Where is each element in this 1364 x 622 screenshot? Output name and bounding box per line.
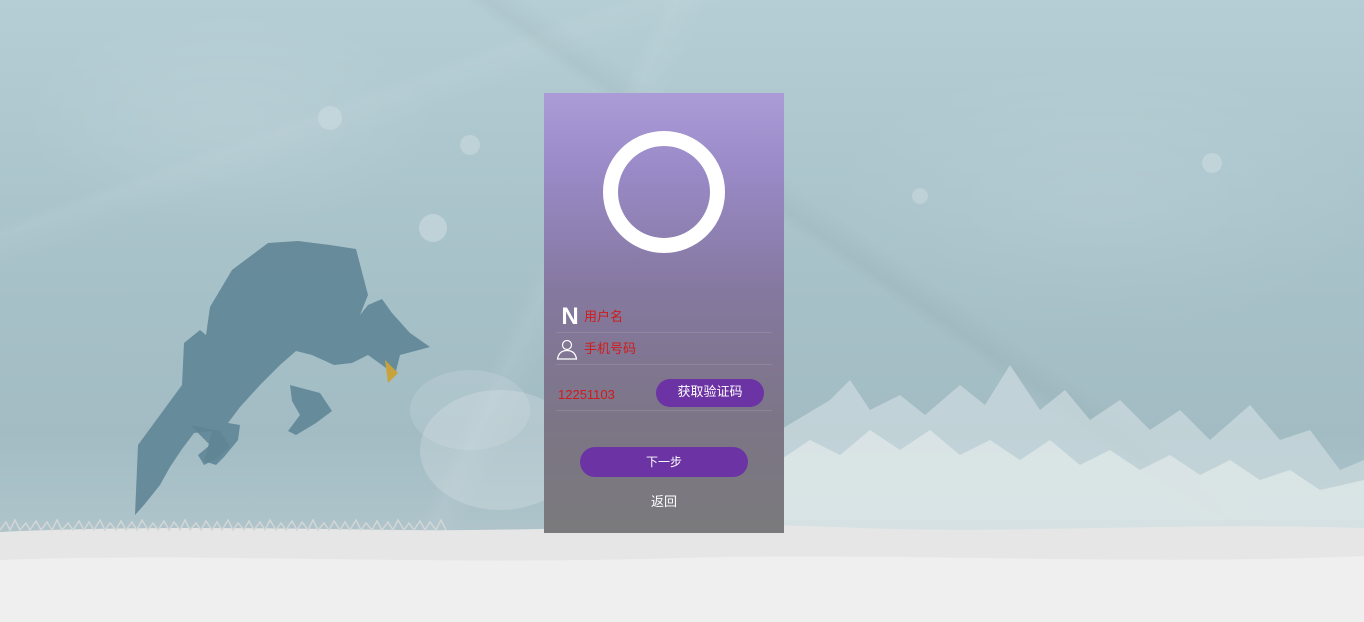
get-code-button[interactable]: 获取验证码: [656, 379, 764, 407]
login-panel: N 获取验证码 下一步 返回: [544, 93, 784, 533]
letter-n-icon: N: [561, 303, 579, 330]
verification-row: 获取验证码: [556, 377, 772, 411]
avatar-placeholder: [603, 131, 725, 253]
person-icon: [556, 339, 578, 360]
verification-code-input[interactable]: [558, 384, 648, 404]
dragon-silhouette: [135, 241, 430, 515]
username-input[interactable]: [584, 307, 769, 327]
phone-row: [556, 333, 772, 365]
username-row: N: [556, 301, 772, 333]
next-button[interactable]: 下一步: [580, 447, 748, 477]
phone-input[interactable]: [584, 339, 769, 359]
back-link[interactable]: 返回: [544, 493, 784, 513]
